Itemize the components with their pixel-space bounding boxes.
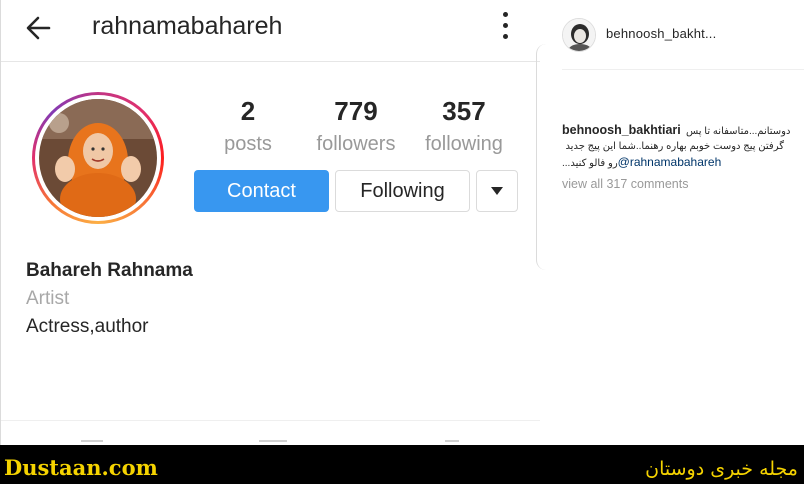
suggestions-dropdown-button[interactable] (476, 170, 518, 212)
profile-photo (39, 99, 157, 217)
more-vertical-icon[interactable] (498, 12, 512, 42)
avatar[interactable] (32, 92, 164, 224)
post-author-username[interactable]: behnoosh_bakht... (606, 26, 716, 41)
posts-stat: 2 posts (222, 95, 274, 158)
list-tab-icon[interactable] (259, 440, 287, 444)
arrow-left-icon[interactable] (23, 13, 53, 43)
comment-text-line3: ...رو فالو کنید@rahnamabahareh (562, 154, 721, 172)
tagged-tab-icon[interactable] (445, 440, 459, 444)
contact-button[interactable]: Contact (194, 170, 329, 212)
comment-item: behnoosh_bakhtiari دوستانم...متاسفانه تا… (562, 122, 794, 169)
following-stat[interactable]: 357 following (420, 95, 508, 158)
profile-username: rahnamabahareh (92, 12, 283, 40)
site-tagline: مجله خبری دوستان (645, 458, 798, 480)
profile-full-name: Bahareh Rahnama (26, 260, 193, 281)
profile-panel: rahnamabahareh 2 posts 779 followers 357… (0, 0, 541, 445)
caret-down-icon (491, 187, 503, 195)
followers-label: followers (316, 133, 396, 155)
site-name: Dustaan.com (4, 455, 158, 480)
comment-text-line1: دوستانم...متاسفانه تا پس (686, 126, 791, 137)
panel-edge (536, 44, 546, 270)
profile-category: Artist (26, 288, 70, 309)
posts-count: 2 (240, 96, 256, 126)
grid-tab-icon[interactable] (81, 440, 103, 444)
profile-header: rahnamabahareh (1, 0, 541, 62)
comment-username[interactable]: behnoosh_bakhtiari (562, 123, 681, 137)
comment-panel (540, 0, 804, 445)
following-button[interactable]: Following (335, 170, 470, 212)
posts-label: posts (224, 133, 272, 155)
followers-count: 779 (334, 96, 378, 126)
following-count: 357 (442, 96, 486, 126)
comment-header-divider (562, 69, 804, 70)
comment-mention-link[interactable]: @rahnamabahareh (618, 155, 722, 169)
followers-stat[interactable]: 779 followers (312, 95, 400, 158)
view-all-comments-link[interactable]: view all 317 comments (562, 177, 688, 191)
following-label: following (425, 133, 503, 155)
comment-text-line3-suffix: ...رو فالو کنید (562, 158, 618, 169)
tabs-divider (1, 420, 541, 421)
comment-text-line2: گرفتن پیج دوست خوبم بهاره رهنما..شما این… (565, 141, 784, 152)
post-author-avatar[interactable] (562, 18, 596, 52)
profile-bio: Actress,author (26, 316, 149, 337)
